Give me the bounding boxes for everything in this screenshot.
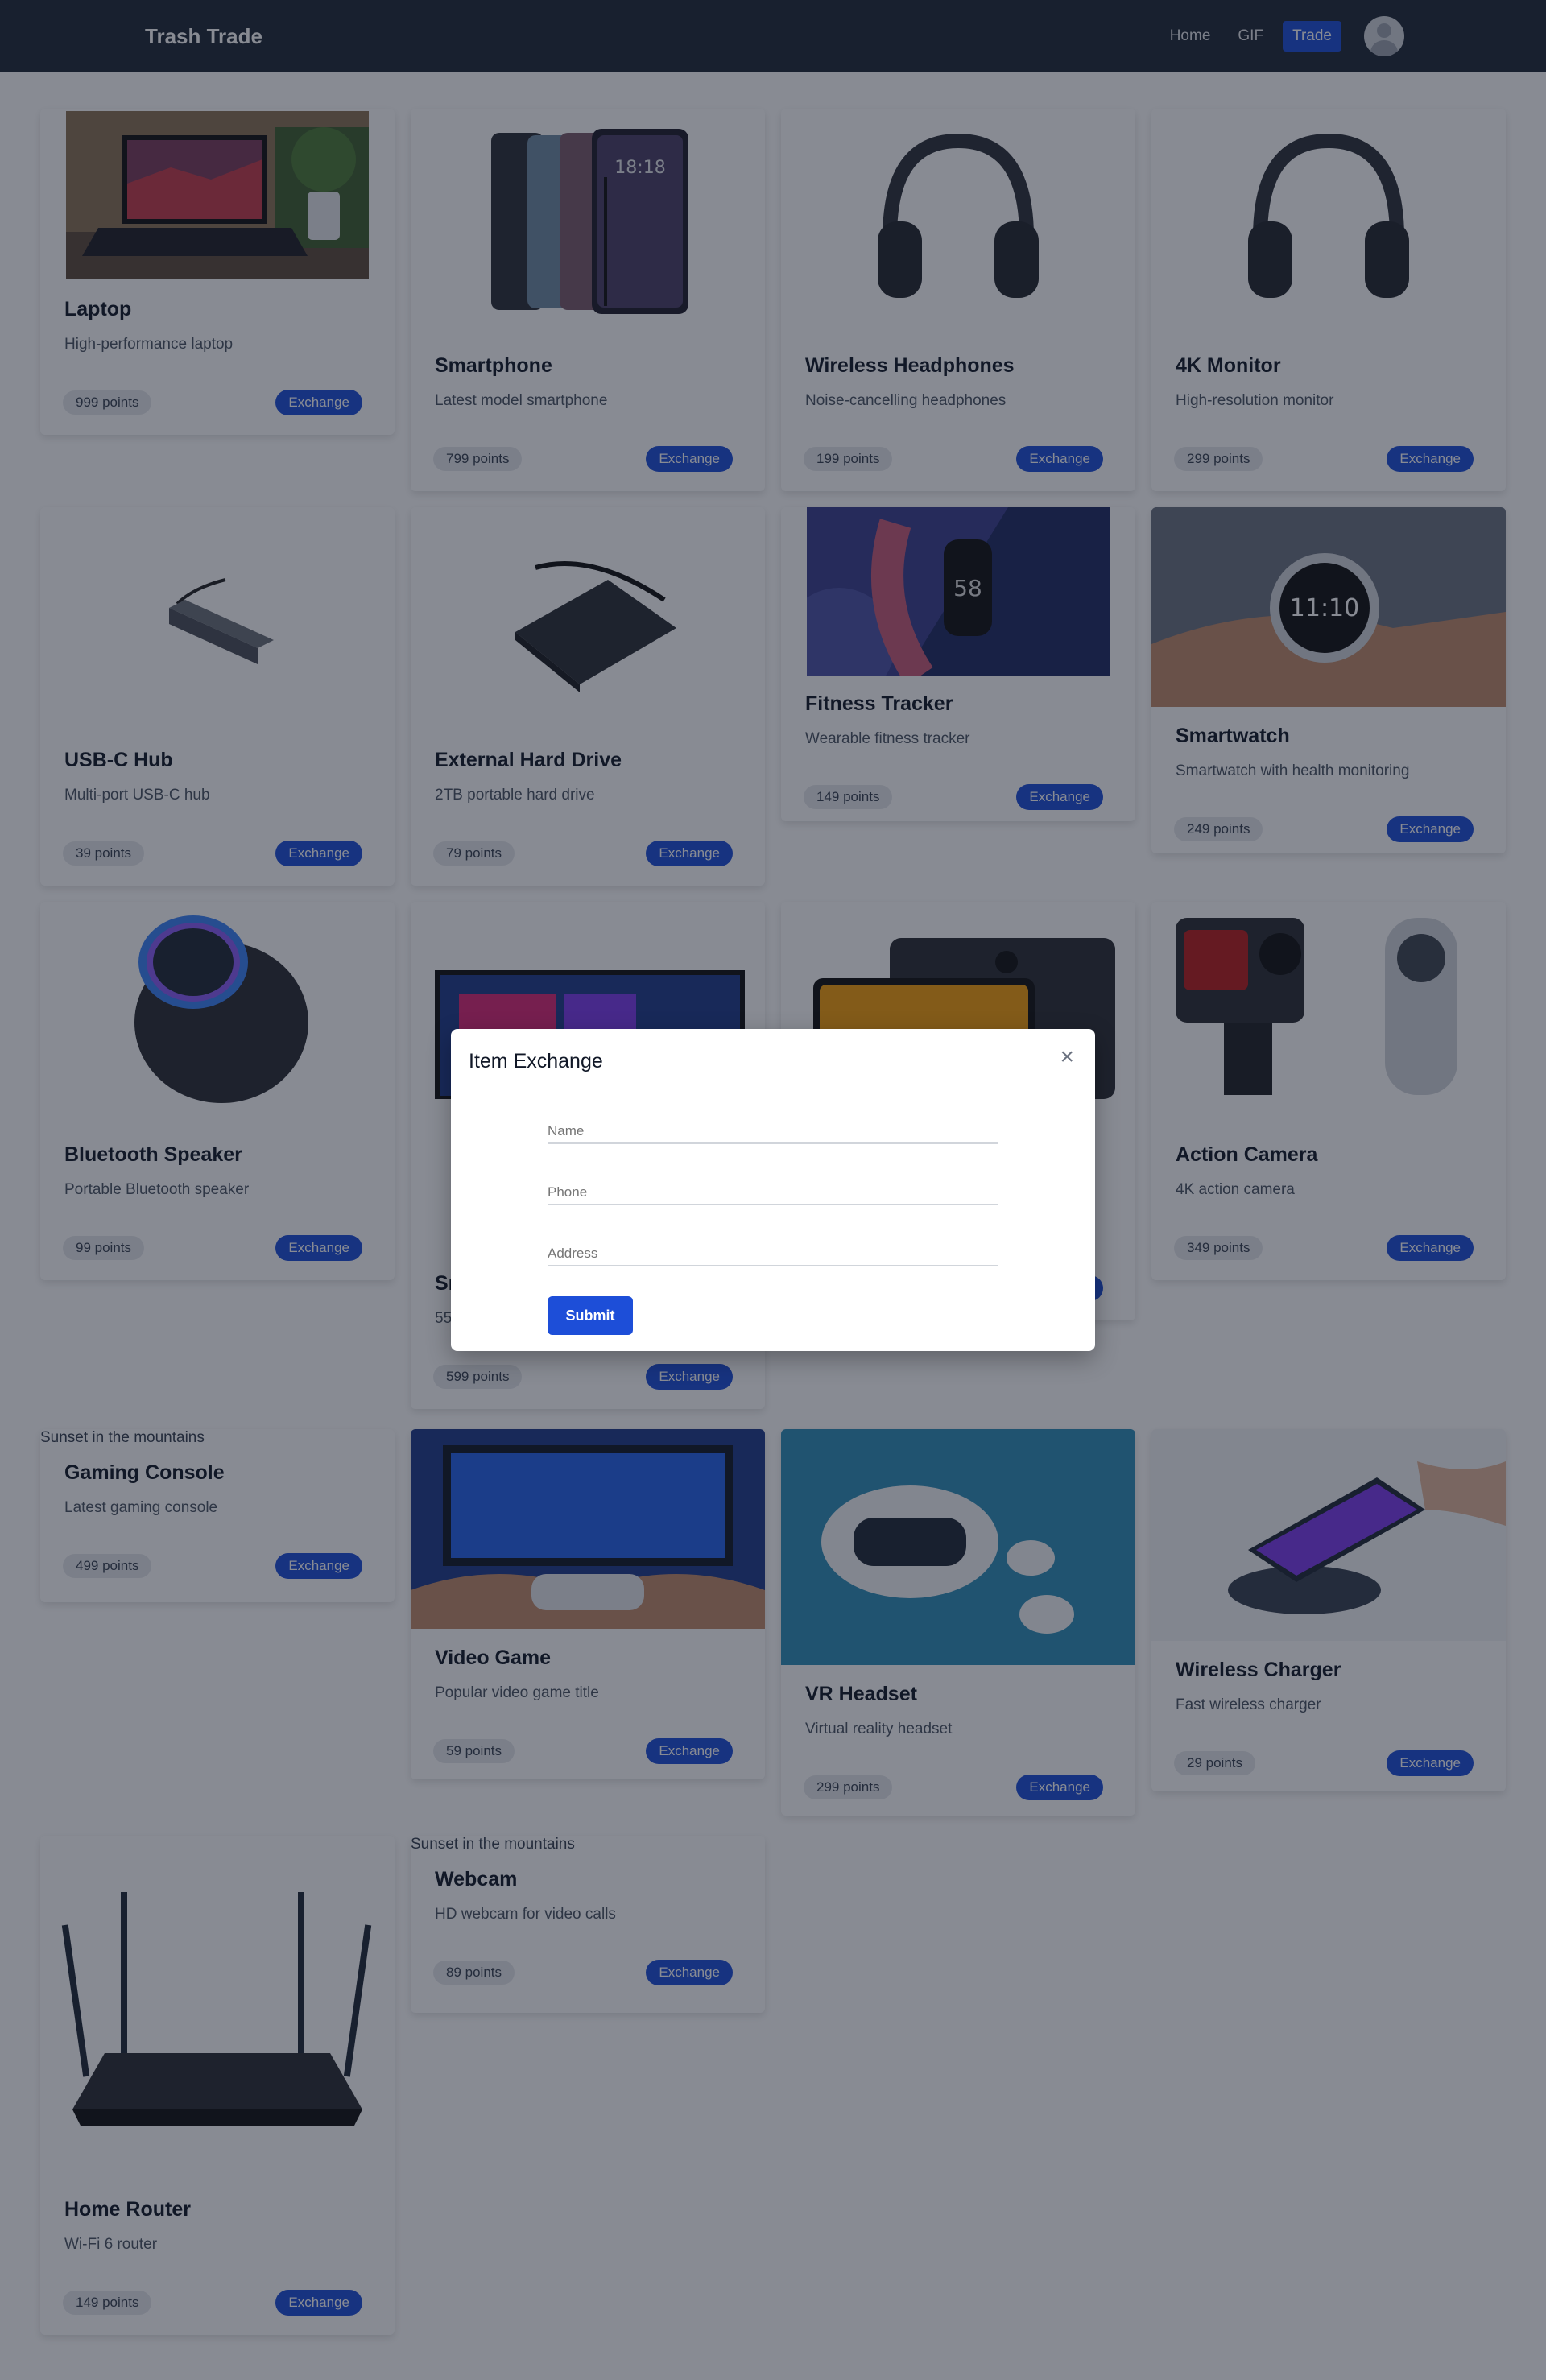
modal-header: Item Exchange × — [451, 1029, 1095, 1093]
close-icon[interactable]: × — [1060, 1045, 1074, 1069]
item-exchange-modal: Item Exchange × Submit — [451, 1029, 1095, 1351]
submit-button[interactable]: Submit — [548, 1296, 633, 1335]
phone-field[interactable] — [548, 1181, 998, 1205]
modal-title: Item Exchange — [469, 1050, 603, 1072]
name-field[interactable] — [548, 1120, 998, 1144]
address-field[interactable] — [548, 1242, 998, 1266]
